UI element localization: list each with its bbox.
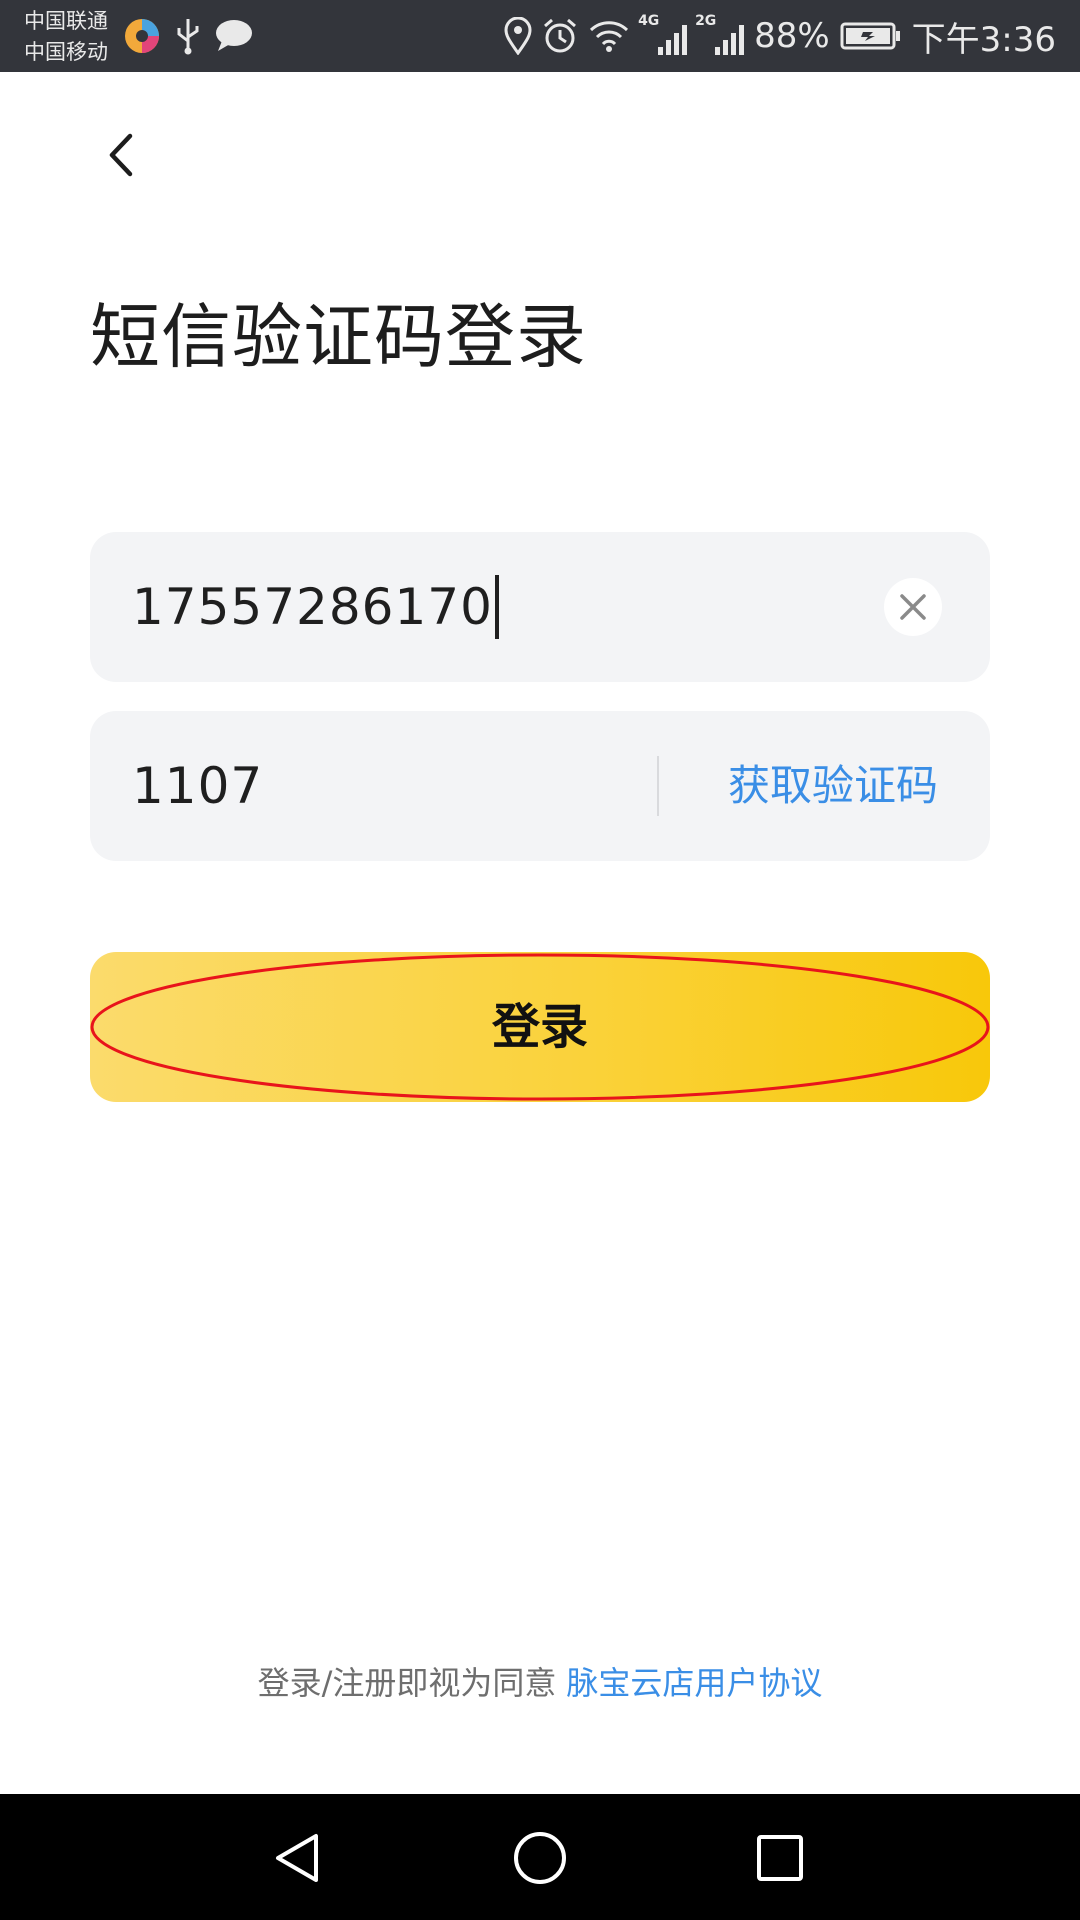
back-triangle-icon	[276, 1834, 318, 1882]
status-bar: 中国联通 中国移动 4G 2G 88% 下午3:36	[0, 0, 1080, 72]
nav-home-button[interactable]	[498, 1816, 582, 1900]
network-1-label: 4G	[638, 13, 660, 29]
agreement-label: 登录/注册即视为同意	[257, 1664, 557, 1702]
home-circle-icon	[514, 1832, 566, 1884]
phone-value-text: 17557286170	[132, 578, 493, 636]
login-button[interactable]: 登录	[90, 952, 990, 1102]
field-divider	[657, 756, 659, 816]
alarm-icon	[544, 18, 577, 53]
user-agreement-link[interactable]: 脉宝云店用户协议	[566, 1664, 822, 1702]
phone-field-value: 17557286170	[132, 532, 499, 682]
phone-input[interactable]: 17557286170	[90, 532, 990, 682]
get-code-button[interactable]: 获取验证码	[728, 711, 938, 861]
carrier-1-label: 中国联通	[24, 9, 108, 33]
text-cursor	[494, 574, 499, 639]
back-button[interactable]	[90, 120, 150, 190]
app-icon	[125, 19, 159, 53]
recents-square-icon	[757, 1835, 803, 1881]
agreement-text: 登录/注册即视为同意 脉宝云店用户协议	[0, 1658, 1080, 1708]
location-icon	[504, 17, 532, 55]
message-icon	[216, 20, 252, 51]
carrier-2-label: 中国移动	[24, 40, 108, 64]
close-icon	[900, 594, 926, 620]
navigation-bar	[0, 1794, 1080, 1920]
clear-phone-button[interactable]	[884, 578, 942, 636]
status-icons: 4G 2G 88% 下午3:36	[494, 0, 1056, 72]
battery-percent: 88%	[754, 16, 830, 56]
battery-icon	[840, 22, 900, 50]
signal-icon: 2G	[695, 13, 745, 55]
nav-recents-button[interactable]	[738, 1816, 822, 1900]
page-title: 短信验证码登录	[90, 296, 587, 378]
usb-icon	[177, 19, 199, 55]
wifi-icon	[590, 21, 629, 52]
chevron-left-icon	[109, 133, 133, 177]
nav-back-button[interactable]	[256, 1816, 340, 1900]
carrier-info: 中国联通 中国移动	[24, 6, 108, 68]
code-value-text: 1107	[132, 757, 264, 815]
clock: 下午3:36	[911, 19, 1056, 60]
code-input[interactable]: 1107 获取验证码	[90, 711, 990, 861]
signal-icon: 4G	[638, 13, 688, 55]
network-2-label: 2G	[695, 13, 717, 29]
